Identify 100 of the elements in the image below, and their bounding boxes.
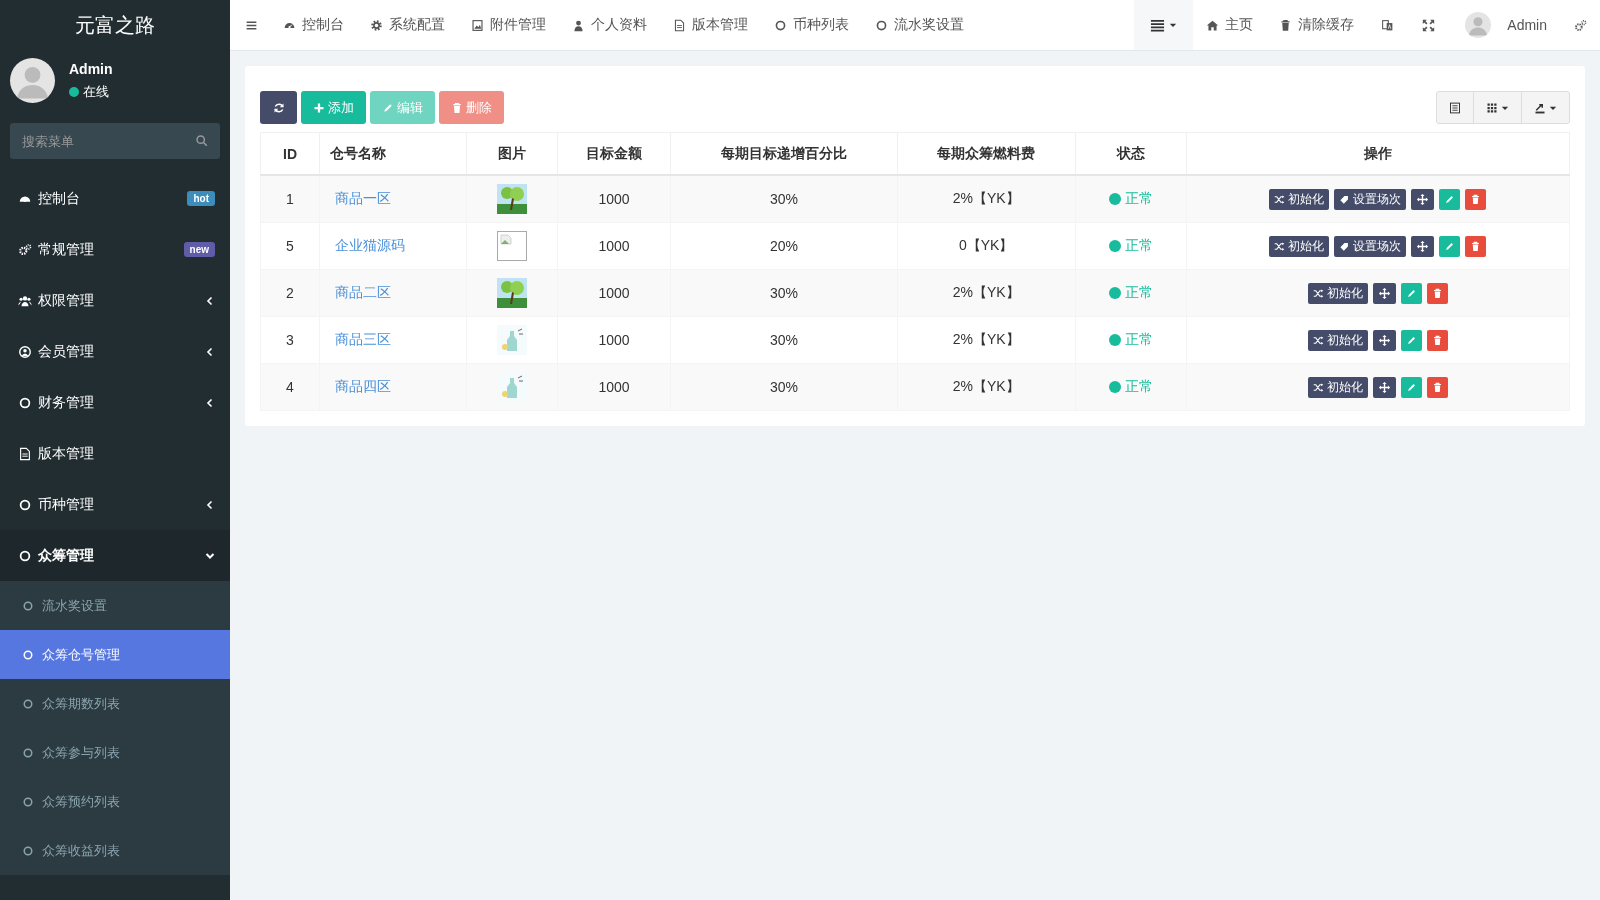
home-link[interactable]: 主页 xyxy=(1193,0,1267,50)
trash-icon xyxy=(1431,287,1443,299)
init-button[interactable]: 初始化 xyxy=(1307,376,1368,398)
table-cell: 0【YK】 xyxy=(897,222,1076,270)
delete-button[interactable] xyxy=(1426,282,1448,304)
trash-icon xyxy=(1431,334,1443,346)
nav-tab[interactable]: 控制台 xyxy=(270,0,357,50)
submenu-item[interactable]: 众筹期数列表 xyxy=(0,679,230,728)
init-button[interactable]: 初始化 xyxy=(1269,235,1330,257)
refresh-button[interactable] xyxy=(260,91,297,124)
home-icon xyxy=(1206,18,1220,32)
nav-tab[interactable]: 附件管理 xyxy=(458,0,559,50)
sidebar-item[interactable]: 币种管理 xyxy=(0,479,230,530)
name-link[interactable]: 商品三区 xyxy=(335,331,391,347)
name-link[interactable]: 企业猫源码 xyxy=(335,237,405,253)
init-button[interactable]: 初始化 xyxy=(1269,188,1330,210)
user-status: 在线 xyxy=(83,82,109,101)
button-group[interactable] xyxy=(1436,91,1570,124)
menu-badge: new xyxy=(183,242,215,257)
broken-image-icon xyxy=(497,231,527,261)
user-menu[interactable]: Admin xyxy=(1449,0,1561,50)
table-cell: 1 xyxy=(260,175,320,223)
circle-icon xyxy=(22,599,34,612)
tag-icon xyxy=(1339,240,1351,252)
document-icon xyxy=(673,18,686,32)
plus-icon xyxy=(313,101,325,114)
status-label: 正常 xyxy=(1108,331,1153,349)
delete-button[interactable] xyxy=(1465,188,1487,210)
clear-cache-button[interactable]: 清除缓存 xyxy=(1266,0,1368,50)
export-icon xyxy=(1534,101,1546,114)
image-icon xyxy=(471,18,484,32)
circle-icon xyxy=(22,795,34,808)
status-label: 正常 xyxy=(1108,237,1153,255)
table-cell: 30% xyxy=(670,363,898,411)
sidebar-item[interactable]: 控制台 hot xyxy=(0,173,230,224)
set-session-button[interactable]: 设置场次 xyxy=(1334,188,1407,210)
table-cell: 2%【YK】 xyxy=(897,316,1076,364)
sidebar-item[interactable]: 众筹管理 xyxy=(0,530,230,581)
trash-icon xyxy=(1279,18,1293,32)
table-cell: 1000 xyxy=(557,363,671,411)
circle-icon xyxy=(18,497,32,512)
nav-tab[interactable]: 币种列表 xyxy=(761,0,862,50)
move-button[interactable] xyxy=(1372,376,1396,398)
move-button[interactable] xyxy=(1372,282,1396,304)
init-button[interactable]: 初始化 xyxy=(1307,329,1368,351)
move-button[interactable] xyxy=(1411,235,1435,257)
sidebar-item[interactable]: 会员管理 xyxy=(0,326,230,377)
trash-icon xyxy=(451,101,463,114)
avatar-icon xyxy=(10,58,55,103)
table-cell: 2%【YK】 xyxy=(897,363,1076,411)
nav-tab[interactable]: 流水奖设置 xyxy=(862,0,977,50)
gears-icon xyxy=(18,242,32,257)
move-button[interactable] xyxy=(1372,329,1396,351)
pencil-icon xyxy=(1405,334,1417,346)
submenu-item[interactable]: 众筹收益列表 xyxy=(0,826,230,875)
search-field[interactable]: 搜索菜单 xyxy=(10,123,220,159)
fullscreen-icon xyxy=(1422,18,1436,32)
submenu-item[interactable]: 众筹仓号管理 xyxy=(0,630,230,679)
nav-tab[interactable]: 版本管理 xyxy=(660,0,761,50)
nav-tab[interactable]: 系统配置 xyxy=(357,0,458,50)
sidebar-item[interactable]: 财务管理 xyxy=(0,377,230,428)
status-label: 正常 xyxy=(1108,378,1153,396)
tag-icon xyxy=(1339,193,1351,205)
delete-button[interactable] xyxy=(1465,235,1487,257)
status-dot xyxy=(1108,381,1121,393)
nav-menu-button[interactable] xyxy=(1134,0,1194,50)
user-circle-icon xyxy=(18,344,32,359)
delete-button[interactable] xyxy=(1426,376,1448,398)
circle-icon xyxy=(22,648,34,661)
status-dot xyxy=(1108,334,1121,346)
sidebar-item[interactable]: 版本管理 xyxy=(0,428,230,479)
submenu-item[interactable]: 众筹预约列表 xyxy=(0,777,230,826)
circle-icon xyxy=(875,18,888,32)
delete-button[interactable] xyxy=(1426,329,1448,351)
move-icon xyxy=(1378,381,1390,393)
brand-title: 元富之路 xyxy=(74,13,156,38)
init-button[interactable]: 初始化 xyxy=(1307,282,1368,304)
sidebar-item[interactable]: 常规管理 new xyxy=(0,224,230,275)
shuffle-icon xyxy=(1274,240,1286,252)
circle-icon xyxy=(22,746,34,759)
nav-tab[interactable]: 个人资料 xyxy=(559,0,660,50)
translate-icon xyxy=(1381,18,1395,32)
set-session-button[interactable]: 设置场次 xyxy=(1334,235,1407,257)
pencil-icon xyxy=(382,101,394,114)
submenu-item[interactable]: 众筹参与列表 xyxy=(0,728,230,777)
submenu-item[interactable]: 流水奖设置 xyxy=(0,581,230,630)
list-icon xyxy=(1449,101,1461,114)
move-button[interactable] xyxy=(1411,188,1435,210)
pencil-icon xyxy=(1405,287,1417,299)
table-cell: 20% xyxy=(670,222,898,270)
users-icon xyxy=(18,293,32,308)
table-cell: 1000 xyxy=(557,222,671,270)
sidebar-item[interactable]: 权限管理 xyxy=(0,275,230,326)
move-icon xyxy=(1417,240,1429,252)
circle-icon xyxy=(18,395,32,410)
move-icon xyxy=(1378,334,1390,346)
table-cell: 4 xyxy=(260,363,320,411)
circle-icon xyxy=(18,548,32,563)
user-icon xyxy=(572,18,585,32)
table-cell: 1000 xyxy=(557,316,671,364)
